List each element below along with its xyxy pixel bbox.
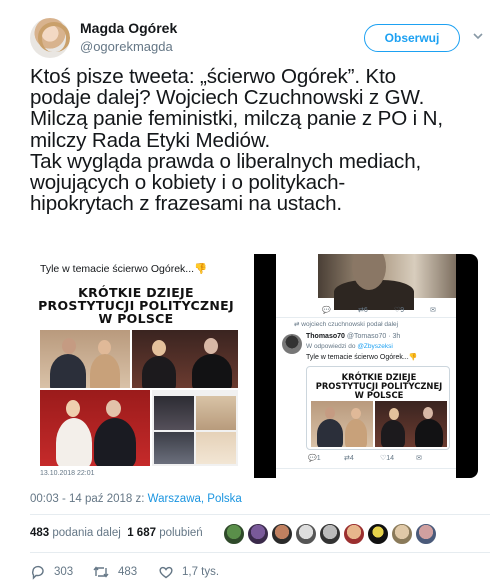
like-label[interactable]: polubień	[159, 527, 202, 539]
tweet-stats: 483 podania dalej 1 687 polubień	[30, 527, 203, 549]
timestamp[interactable]: 00:03 - 14 paź 2018 z:	[30, 493, 148, 505]
retweet-count[interactable]: 483	[30, 527, 49, 539]
divider	[30, 552, 490, 553]
screenshot-poster: KRÓTKIE DZIEJE PROSTYTUCJI POLITYCZNEJ W…	[306, 366, 450, 450]
collage-photo	[132, 330, 238, 388]
collage-photo	[40, 330, 130, 388]
tweet-header: Magda Ogórek @ogorekmagda Obserwuj	[30, 16, 490, 60]
like-icon: ♡9	[394, 307, 405, 314]
retweet-icon: ⇄6	[358, 307, 368, 314]
tweet-meta: 00:03 - 14 paź 2018 z: Warszawa, Polska	[30, 493, 242, 505]
message-icon: ✉	[430, 307, 436, 314]
reply-label: W odpowiedzi do	[306, 343, 356, 350]
like-icon: ♡14	[380, 455, 395, 462]
avatar	[282, 334, 302, 354]
screenshot-footer: 13.10.2018 22:01	[40, 470, 95, 477]
reply-to: W odpowiedzi do @Zbyszeksi	[306, 343, 393, 350]
liker-avatar[interactable]	[319, 523, 341, 545]
liker-avatar[interactable]	[391, 523, 413, 545]
retweet-icon: ⇄4	[344, 455, 354, 462]
reply-icon	[30, 564, 46, 580]
liker-avatar[interactable]	[367, 523, 389, 545]
screenshot-photo	[318, 254, 456, 310]
liker-avatar[interactable]	[271, 523, 293, 545]
retweet-button[interactable]: 483	[92, 564, 137, 580]
tweet-line: milczy Rada Etyki Mediów.	[30, 128, 271, 152]
like-button[interactable]: 1,7 tys.	[158, 564, 219, 580]
collage-photo	[311, 401, 373, 447]
collage-photo	[375, 401, 447, 447]
author-handle[interactable]: @ogorekmagda	[80, 39, 173, 54]
tweet-text: Ktoś pisze tweeta: „ścierwo Ogórek”. Kto…	[30, 65, 490, 216]
tweet-media[interactable]: Tyle w temacie ścierwo Ogórek...👎 KRÓTKI…	[28, 254, 478, 478]
screenshot-content: 💬 ⇄6 ♡9 ✉ ⇄ wojciech czuchnowski podał d…	[276, 254, 456, 478]
location-link[interactable]: Warszawa, Polska	[148, 493, 242, 505]
screenshot-caption: Tyle w temacie ścierwo Ogórek...👎	[40, 263, 208, 275]
reply-icon: 💬1	[308, 455, 321, 462]
like-action-count: 1,7 tys.	[182, 566, 220, 578]
screenshot-actions: 💬1 ⇄4 ♡14 ✉	[276, 454, 456, 466]
liker-avatar[interactable]	[247, 523, 269, 545]
media-image-left[interactable]: Tyle w temacie ścierwo Ogórek...👎 KRÓTKI…	[28, 254, 250, 478]
retweet-icon	[92, 564, 110, 580]
screenshot-author-name: Thomaso70	[306, 333, 345, 340]
heart-icon	[158, 564, 174, 580]
retweet-action-count: 483	[118, 566, 138, 578]
reply-count: 303	[54, 566, 74, 578]
follow-button[interactable]: Obserwuj	[364, 24, 460, 52]
screenshot-text: Tyle w temacie ścierwo Ogórek...👎	[306, 354, 418, 361]
collage-photo	[40, 390, 150, 466]
like-count[interactable]: 1 687	[127, 527, 156, 539]
screenshot-author-meta: @Tomaso70 · 3h	[346, 333, 401, 340]
poster-title-line: W POLSCE	[98, 311, 174, 326]
poster-title: KRÓTKIE DZIEJE PROSTYTUCJI POLITYCZNEJ W…	[307, 373, 449, 400]
message-icon: ✉	[416, 455, 422, 462]
retweet-notice: ⇄ wojciech czuchnowski podał dalej	[294, 321, 399, 328]
tweet-line: hipokrytach z frazesami na ustach.	[30, 192, 342, 216]
chevron-down-icon[interactable]	[470, 30, 486, 46]
tweet-line: wojujących o kobiety i o politykach-	[30, 171, 346, 195]
liker-avatar[interactable]	[415, 523, 437, 545]
divider	[30, 514, 490, 515]
tweet-line: Tak wygląda prawda o liberalnych mediach…	[30, 149, 422, 173]
poster-title-line: W POLSCE	[354, 390, 404, 400]
tweet-line: Milczą panie feministki, milczą panie z …	[30, 107, 443, 131]
media-image-right[interactable]: 💬 ⇄6 ♡9 ✉ ⇄ wojciech czuchnowski podał d…	[254, 254, 478, 478]
collage-photo	[152, 390, 238, 466]
liker-avatar[interactable]	[295, 523, 317, 545]
author-name[interactable]: Magda Ogórek	[80, 20, 177, 36]
liker-avatar[interactable]	[343, 523, 365, 545]
tweet-line: Ktoś pisze tweeta: „ścierwo Ogórek”. Kto	[30, 65, 396, 88]
poster-title: KRÓTKIE DZIEJE PROSTYTUCJI POLITYCZNEJ W…	[36, 286, 236, 325]
retweet-label[interactable]: podania dalej	[52, 527, 120, 539]
divider	[276, 468, 456, 469]
reply-handle: @Zbyszeksi	[357, 343, 393, 350]
reply-icon: 💬	[322, 307, 331, 314]
liker-avatar[interactable]	[223, 523, 245, 545]
author-avatar[interactable]	[30, 18, 70, 58]
divider	[276, 317, 456, 318]
screenshot-author: Thomaso70 @Tomaso70 · 3h	[306, 333, 400, 340]
tweet-line: podaje dalej? Wojciech Czuchnowski z GW.	[30, 86, 425, 110]
reply-button[interactable]: 303	[30, 564, 73, 580]
